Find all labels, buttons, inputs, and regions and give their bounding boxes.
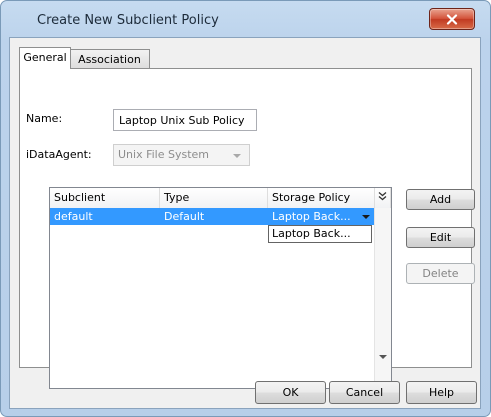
- ok-button[interactable]: OK: [255, 381, 326, 404]
- tab-general[interactable]: General: [19, 47, 71, 69]
- edit-button[interactable]: Edit: [406, 227, 475, 248]
- column-chooser-button[interactable]: [375, 188, 391, 208]
- chevron-down-icon: [233, 154, 241, 158]
- cell-subclient: default: [54, 210, 93, 223]
- delete-button[interactable]: Delete: [406, 263, 475, 284]
- double-chevron-down-icon: [378, 192, 387, 201]
- column-header-storage-policy[interactable]: Storage Policy: [268, 188, 375, 208]
- name-input[interactable]: [113, 109, 257, 131]
- cell-type: Default: [164, 210, 205, 223]
- idataagent-label: iDataAgent:: [26, 148, 92, 161]
- tab-association[interactable]: Association: [69, 49, 150, 69]
- dialog-window: Create New Subclient Policy General Asso…: [0, 0, 491, 417]
- help-button[interactable]: Help: [406, 381, 477, 404]
- title-bar[interactable]: Create New Subclient Policy: [1, 1, 490, 35]
- dialog-title: Create New Subclient Policy: [37, 13, 219, 28]
- subclient-grid: Subclient Type Storage Policy default De…: [49, 187, 392, 389]
- dialog-body: General Association Name: iDataAgent: Un…: [9, 37, 481, 409]
- chevron-down-icon[interactable]: [362, 215, 370, 219]
- grid-header: Subclient Type Storage Policy: [50, 188, 391, 209]
- storage-policy-dropdown-option[interactable]: Laptop Back...: [268, 225, 372, 243]
- idataagent-select: Unix File System: [113, 144, 250, 166]
- column-header-type[interactable]: Type: [160, 188, 268, 208]
- close-icon: [446, 13, 458, 25]
- table-row[interactable]: default Default Laptop Back...: [50, 208, 375, 225]
- cell-storage-policy[interactable]: Laptop Back...: [268, 208, 360, 225]
- grid-scrollbar[interactable]: [374, 208, 391, 388]
- column-header-subclient[interactable]: Subclient: [50, 188, 160, 208]
- add-button[interactable]: Add: [406, 189, 475, 210]
- cancel-button[interactable]: Cancel: [329, 381, 400, 404]
- idataagent-value: Unix File System: [118, 148, 210, 161]
- close-button[interactable]: [429, 8, 475, 30]
- general-tab-panel: Name: iDataAgent: Unix File System Subcl…: [19, 68, 475, 389]
- scroll-down-arrow-icon[interactable]: [379, 355, 387, 359]
- name-label: Name:: [26, 112, 63, 125]
